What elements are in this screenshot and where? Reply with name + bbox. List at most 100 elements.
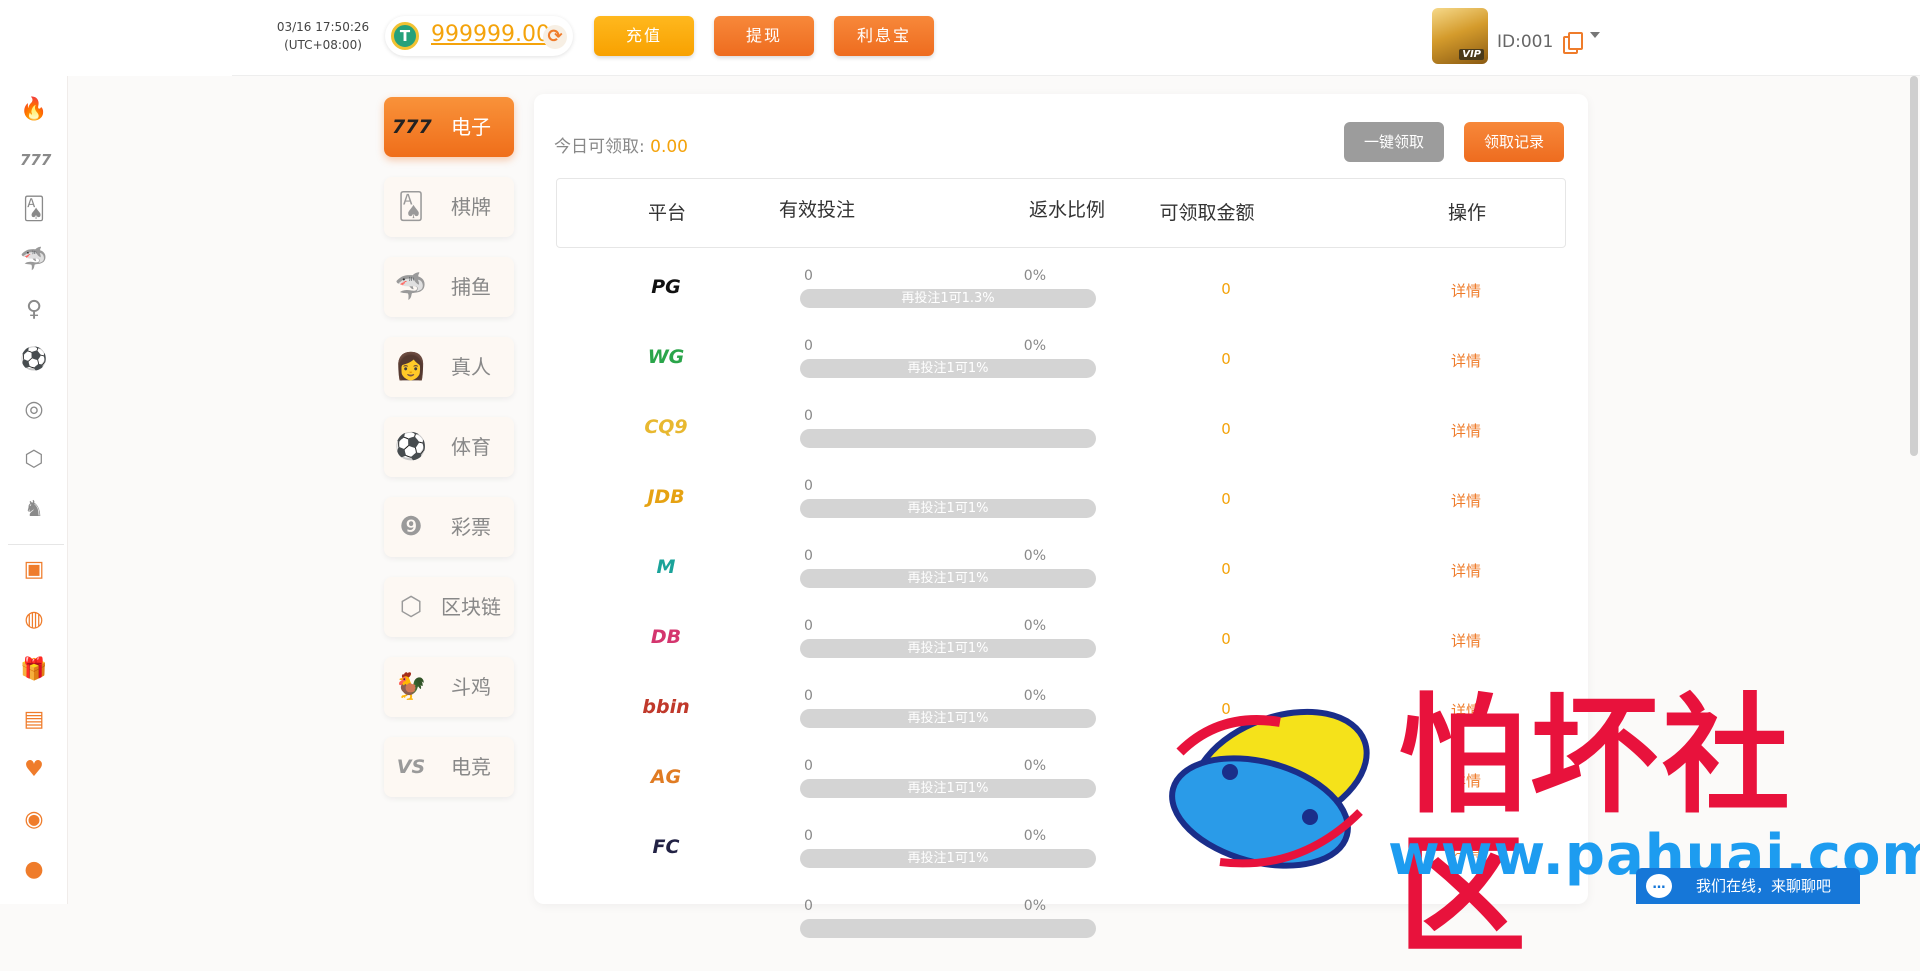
- money-bag-icon[interactable]: ◍: [20, 606, 48, 634]
- detail-link[interactable]: 详情: [1436, 420, 1496, 441]
- platform-logo: CQ9: [644, 416, 688, 438]
- lottery-icon[interactable]: ◎: [20, 396, 48, 424]
- platform-logo: JDB: [647, 486, 685, 508]
- category-tab-live[interactable]: 👩 真人: [384, 337, 514, 397]
- detail-link[interactable]: 详情: [1436, 630, 1496, 651]
- platform-logo: AG: [650, 766, 682, 788]
- gift-icon[interactable]: 🎁: [20, 656, 48, 684]
- category-tab-blockchain[interactable]: ⬡ 区块链: [384, 577, 514, 637]
- category-tab-chess[interactable]: 🂡 棋牌: [384, 177, 514, 237]
- valid-bet-value: 0: [804, 758, 813, 774]
- category-tab-cockfight[interactable]: 🐓 斗鸡: [384, 657, 514, 717]
- platform-logo: PG: [651, 276, 681, 298]
- progress-hint: [800, 429, 1096, 448]
- live-chat-widget[interactable]: … 我们在线，来聊聊吧: [1636, 868, 1860, 904]
- rebate-ratio-value: 0%: [1023, 548, 1046, 564]
- fish-icon: 🦈: [394, 272, 428, 302]
- interest-button[interactable]: 利息宝: [834, 16, 934, 56]
- today-claimable: 今日可领取: 0.00: [554, 132, 688, 157]
- claimable-amount: 0: [1221, 350, 1231, 368]
- usdt-icon: T: [391, 22, 419, 50]
- platform-logo: M: [656, 556, 676, 578]
- category-label: 斗鸡: [451, 675, 491, 699]
- rail-divider: [8, 544, 64, 545]
- vip-badge: VIP: [1459, 49, 1484, 60]
- platform-logo: WG: [647, 346, 685, 368]
- chevron-down-icon[interactable]: [1590, 32, 1600, 38]
- soccer-icon[interactable]: ⚽: [20, 346, 48, 374]
- avatar[interactable]: VIP: [1432, 8, 1488, 64]
- blockchain-icon[interactable]: ⬡: [20, 446, 48, 474]
- rebate-ratio-value: 0%: [1023, 268, 1046, 284]
- table-row: CQ9 0 0 详情: [556, 394, 1566, 464]
- cards-icon[interactable]: 🂡: [20, 196, 48, 224]
- platform-logo: DB: [650, 626, 682, 648]
- progress-hint: [800, 919, 1096, 938]
- page-scrollbar[interactable]: [1910, 76, 1918, 456]
- category-label: 电竞: [451, 755, 491, 779]
- today-claimable-label: 今日可领取:: [554, 137, 645, 157]
- cards-icon: 🂡: [397, 192, 425, 222]
- claimable-amount: 0: [1221, 630, 1231, 648]
- category-tab-lottery[interactable]: ❾ 彩票: [384, 497, 514, 557]
- claimable-amount: 0: [1221, 560, 1231, 578]
- valid-bet-value: 0: [804, 688, 813, 704]
- valid-bet-value: 0: [804, 268, 813, 284]
- recharge-button[interactable]: 充值: [594, 16, 694, 56]
- detail-link[interactable]: 详情: [1436, 350, 1496, 371]
- category-tab-fishing[interactable]: 🦈 捕鱼: [384, 257, 514, 317]
- gift-box-icon[interactable]: ▣: [20, 556, 48, 584]
- clock: 03/16 17:50:26 (UTC+08:00): [270, 18, 376, 54]
- col-rebate-ratio: 返水比例: [1028, 199, 1105, 221]
- category-tab-sports[interactable]: ⚽ 体育: [384, 417, 514, 477]
- category-label: 区块链: [441, 595, 501, 619]
- claim-all-button[interactable]: 一键领取: [1344, 122, 1444, 162]
- withdraw-button[interactable]: 提现: [714, 16, 814, 56]
- detail-link[interactable]: 详情: [1436, 280, 1496, 301]
- rebate-ratio-value: 0%: [1023, 758, 1046, 774]
- slot-777-icon: 777: [392, 116, 432, 138]
- rebate-ratio-value: 0%: [1023, 828, 1046, 844]
- detail-link[interactable]: 详情: [1436, 490, 1496, 511]
- refresh-icon[interactable]: ⟳: [543, 25, 567, 49]
- soccer-icon: ⚽: [394, 432, 428, 462]
- slot-777-icon[interactable]: 777: [20, 146, 51, 174]
- detail-link[interactable]: 详情: [1436, 560, 1496, 581]
- live-dealer-icon[interactable]: ♀: [20, 296, 48, 324]
- valid-bet-value: 0: [804, 338, 813, 354]
- balance-pill: T 999999.00 ⟳: [385, 16, 573, 56]
- category-tab-esports[interactable]: VS 电竞: [384, 737, 514, 797]
- rebate-ratio-value: 0%: [1023, 688, 1046, 704]
- rooster-icon: 🐓: [394, 672, 428, 702]
- balance-amount[interactable]: 999999.00: [431, 22, 550, 47]
- calendar-gift-icon[interactable]: ▤: [20, 706, 48, 734]
- chat-bubble-icon: …: [1646, 874, 1672, 898]
- category-label: 真人: [451, 355, 491, 379]
- rebate-ratio-value: 0%: [1023, 618, 1046, 634]
- vip-shield-icon[interactable]: ♥: [20, 756, 48, 784]
- fire-icon[interactable]: 🔥: [20, 96, 48, 124]
- rebate-progress-bar: 再投注1可1%: [800, 499, 1096, 518]
- col-platform: 平台: [647, 202, 686, 224]
- clock-timezone: (UTC+08:00): [284, 38, 362, 52]
- rooster-icon[interactable]: ♞: [20, 496, 48, 524]
- progress-hint: 再投注1可1%: [907, 571, 989, 586]
- progress-hint: 再投注1可1%: [907, 361, 989, 376]
- copy-icon[interactable]: [1563, 32, 1583, 54]
- category-label: 捕鱼: [451, 275, 491, 299]
- category-tab-slots[interactable]: 777 电子: [384, 97, 514, 157]
- claim-record-button[interactable]: 领取记录: [1464, 122, 1564, 162]
- coins-icon[interactable]: ◉: [20, 806, 48, 834]
- rebate-progress-bar: 再投注1可1%: [800, 569, 1096, 588]
- rebate-progress-bar: 再投注1可1%: [800, 849, 1096, 868]
- rebate-ratio-value: 0%: [1023, 338, 1046, 354]
- clock-datetime: 03/16 17:50:26: [276, 20, 370, 34]
- fish-icon[interactable]: 🦈: [20, 246, 48, 274]
- top-bar: 03/16 17:50:26 (UTC+08:00) T 999999.00 ⟳…: [0, 0, 1920, 76]
- table-header: 平台 有效投注 返水比例 可领取金额 操作: [556, 178, 1566, 248]
- category-label: 电子: [451, 115, 491, 139]
- table-row: DB 0 0% 再投注1可1% 0 详情: [556, 604, 1566, 674]
- piggy-bank-icon[interactable]: ●: [20, 856, 48, 884]
- progress-hint: 再投注1可1.3%: [901, 291, 995, 306]
- rebate-progress-bar: 再投注1可1%: [800, 639, 1096, 658]
